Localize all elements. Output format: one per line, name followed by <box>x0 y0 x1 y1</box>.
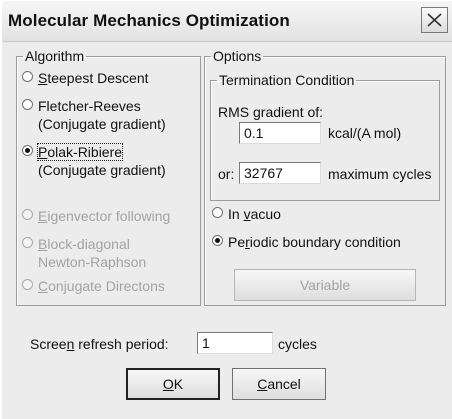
radio-label: Steepest Descent <box>38 70 149 86</box>
variable-button[interactable]: Variable <box>234 269 416 301</box>
algorithm-legend: Algorithm <box>25 48 85 64</box>
max-cycles-unit: maximum cycles <box>328 166 432 182</box>
radio-indicator <box>212 207 223 218</box>
cancel-button[interactable]: Cancel <box>232 368 326 400</box>
radio-label: In vacuo <box>228 206 281 222</box>
radio-indicator-checked <box>212 235 223 246</box>
radio-label: Fletcher-Reeves (Conjugate gradient) <box>38 98 166 132</box>
radio-indicator <box>22 237 33 248</box>
radio-block-diagonal[interactable]: Block-diagonal Newton-Raphson <box>22 235 197 273</box>
termination-legend: Termination Condition <box>219 72 355 88</box>
radio-indicator <box>22 71 33 82</box>
radio-label: Eigenvector following <box>38 208 171 224</box>
radio-indicator-checked <box>22 145 33 156</box>
radio-polak-ribiere[interactable]: Polak-Ribiere (Conjugate gradient) <box>22 143 197 181</box>
radio-label: Periodic boundary condition <box>228 234 401 250</box>
window-title: Molecular Mechanics Optimization <box>8 11 290 30</box>
radio-label: Polak-Ribiere (Conjugate gradient) <box>36 143 166 178</box>
radio-label: Conjugate Directons <box>38 278 165 294</box>
radio-fletcher-reeves[interactable]: Fletcher-Reeves (Conjugate gradient) <box>22 97 197 135</box>
radio-indicator <box>22 209 33 220</box>
radio-steepest-descent[interactable]: Steepest Descent <box>22 69 197 89</box>
max-cycles-input[interactable]: 32767 <box>239 162 321 184</box>
ok-button[interactable]: OK <box>126 368 220 400</box>
screen-refresh-label: Screen refresh period: <box>30 336 169 352</box>
radio-indicator <box>22 279 33 290</box>
close-icon <box>427 13 442 27</box>
or-label: or: <box>218 166 235 182</box>
rms-gradient-label: RMS gradient of: <box>218 104 324 120</box>
radio-in-vacuo[interactable]: In vacuo <box>212 205 412 225</box>
radio-indicator <box>22 99 33 110</box>
screen-refresh-input[interactable]: 1 <box>197 332 273 354</box>
title-bar[interactable]: Molecular Mechanics Optimization <box>2 1 452 42</box>
radio-label: Block-diagonal Newton-Raphson <box>38 236 147 270</box>
options-legend: Options <box>213 48 262 64</box>
rms-gradient-input[interactable]: 0.1 <box>239 122 321 144</box>
optimization-dialog: Molecular Mechanics Optimization Algorit… <box>0 0 452 419</box>
rms-gradient-unit: kcal/(A mol) <box>328 125 402 141</box>
radio-eigenvector-following[interactable]: Eigenvector following <box>22 207 197 227</box>
radio-conjugate-directions[interactable]: Conjugate Directons <box>22 277 197 297</box>
close-button[interactable] <box>421 7 448 33</box>
screen-refresh-unit: cycles <box>278 336 317 352</box>
radio-periodic-boundary[interactable]: Periodic boundary condition <box>212 233 437 253</box>
